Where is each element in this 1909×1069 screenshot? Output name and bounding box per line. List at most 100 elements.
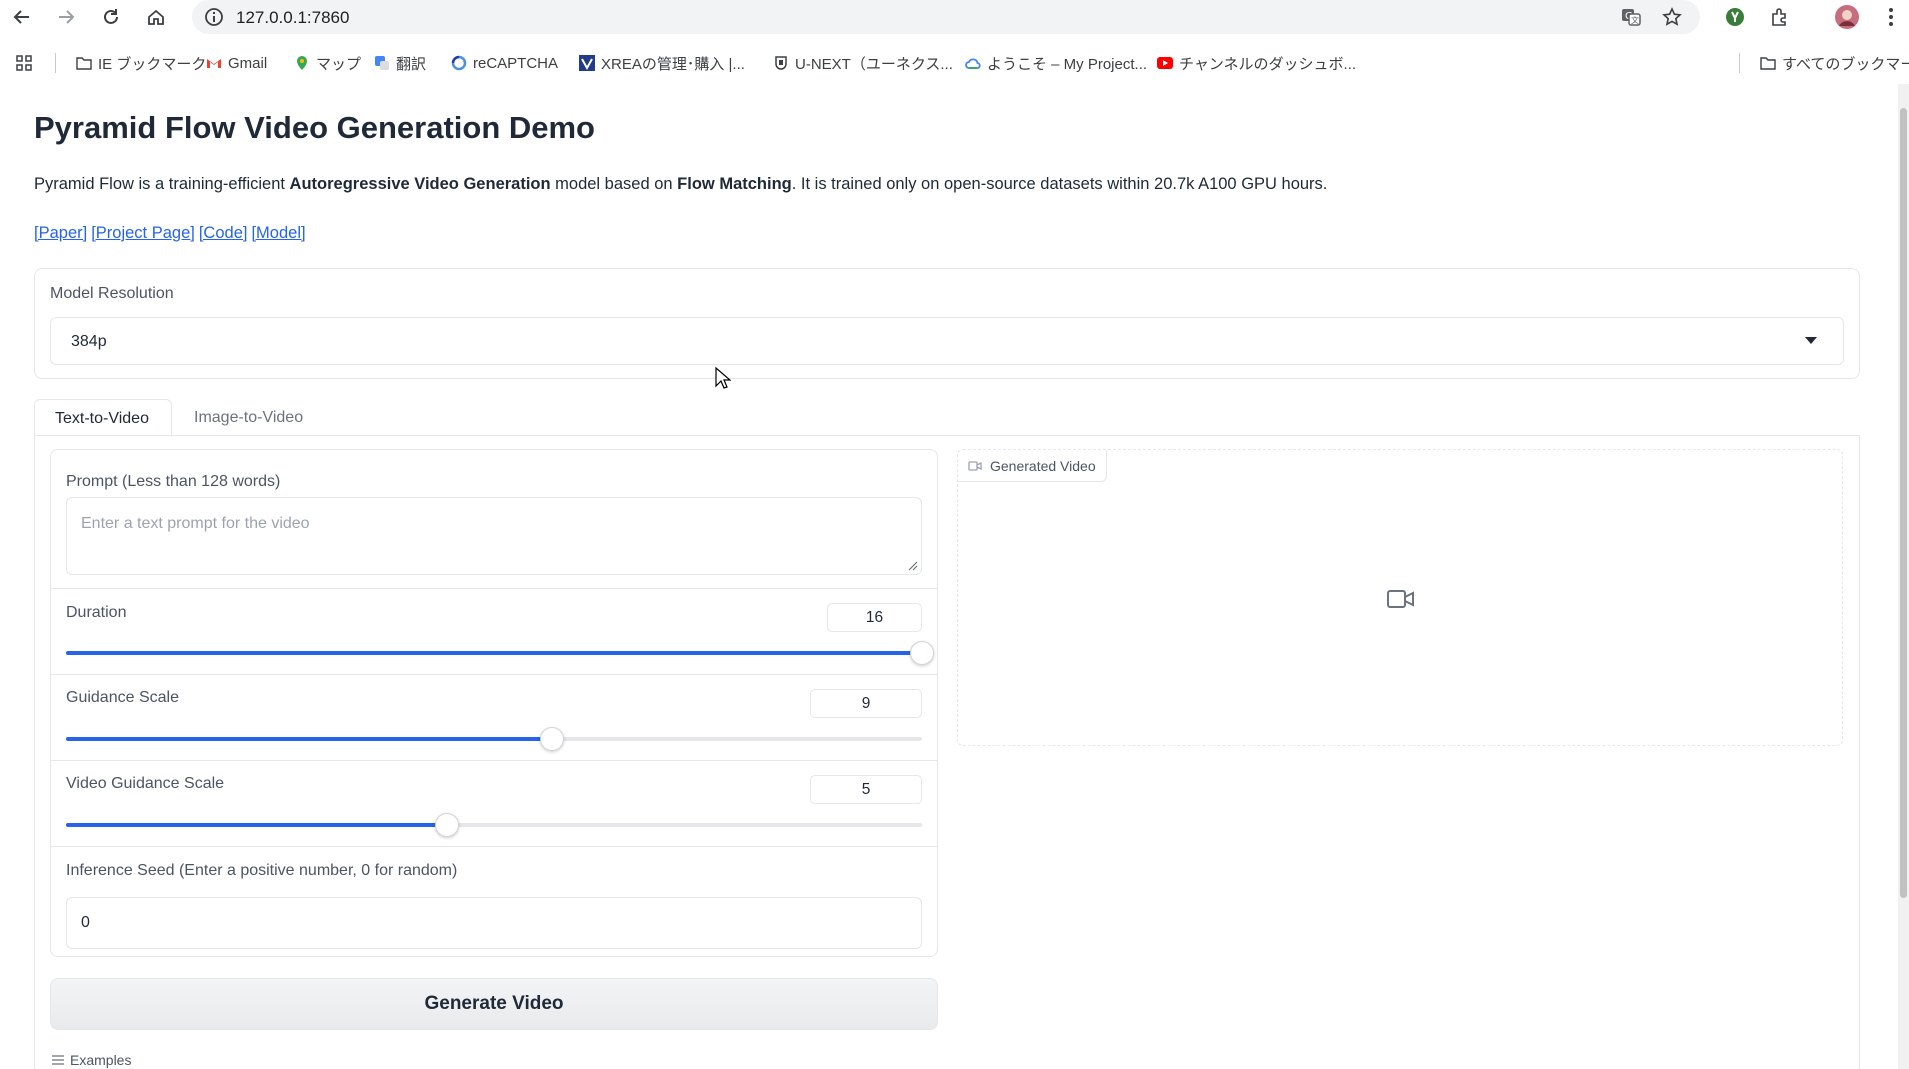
resource-links: [Paper] [Project Page] [Code] [Model]	[34, 224, 310, 243]
scrollbar-thumb[interactable]	[1900, 108, 1907, 898]
extension-button[interactable]	[1722, 4, 1748, 30]
forward-arrow-icon	[59, 10, 75, 24]
star-icon	[1662, 7, 1682, 26]
maps-icon	[297, 56, 307, 70]
generated-video-panel: Generated Video	[957, 449, 1843, 746]
guidance-scale-number-input[interactable]: 9	[810, 689, 922, 718]
generated-video-label: Generated Video	[990, 457, 1096, 474]
extensions-menu-button[interactable]	[1767, 4, 1793, 30]
seed-input[interactable]: 0	[66, 897, 922, 949]
generated-video-label-tag: Generated Video	[958, 450, 1107, 482]
video-placeholder-icon	[1387, 590, 1414, 608]
video-guidance-scale-slider-fill	[66, 823, 447, 827]
list-icon	[52, 1055, 64, 1065]
page-scrollbar[interactable]	[1898, 84, 1909, 1069]
resize-handle-icon[interactable]	[908, 561, 918, 571]
model-resolution-value: 384p	[71, 333, 107, 350]
url-text: 127.0.0.1:7860	[236, 8, 350, 27]
gmail-icon	[207, 59, 221, 68]
description-bold: Flow Matching	[677, 175, 792, 193]
apps-grid-icon	[16, 55, 32, 71]
tab-text-to-video[interactable]: Text-to-Video	[34, 399, 172, 436]
all-bookmarks-label: すべてのブックマーク	[1782, 55, 1909, 73]
duration-number-input[interactable]: 16	[827, 603, 922, 632]
video-guidance-scale-slider[interactable]	[66, 813, 922, 837]
duration-slider-thumb[interactable]	[910, 641, 934, 665]
back-arrow-icon	[13, 10, 29, 24]
bookmark-gmail[interactable]: Gmail	[206, 52, 267, 74]
bookmark-maps[interactable]: マップ	[294, 52, 361, 74]
bookmark-unext[interactable]: U-NEXT（ユーネクス...	[773, 52, 953, 74]
bookmark-my-project[interactable]: ようこそ – My Project...	[965, 52, 1147, 74]
duration-label: Duration	[66, 604, 127, 621]
reload-button[interactable]	[98, 4, 124, 30]
video-guidance-scale-number-input[interactable]: 5	[810, 775, 922, 804]
model-resolution-panel: Model Resolution 384p	[34, 268, 1860, 379]
model-link[interactable]: [Model]	[251, 224, 305, 242]
bookmark-label: reCAPTCHA	[473, 54, 559, 72]
bookmark-xrea[interactable]: XREAの管理･購入 |...	[579, 52, 745, 74]
forward-button[interactable]	[53, 4, 79, 30]
guidance-scale-section: Guidance Scale 9	[51, 675, 937, 761]
translate-page-button[interactable]: G文	[1618, 4, 1644, 30]
seed-value: 0	[81, 914, 90, 931]
guidance-scale-slider-thumb[interactable]	[540, 727, 565, 751]
video-guidance-scale-slider-thumb[interactable]	[434, 813, 459, 837]
translate-icon	[375, 56, 389, 70]
unext-icon	[775, 56, 787, 70]
apps-button[interactable]	[16, 52, 32, 74]
bookmark-label: IE ブックマーク	[98, 55, 207, 73]
seed-label: Inference Seed (Enter a positive number,…	[66, 862, 458, 879]
home-button[interactable]	[143, 4, 169, 30]
youtube-icon	[1157, 57, 1173, 69]
video-camera-icon	[968, 460, 982, 471]
bookmark-star-button[interactable]	[1659, 4, 1685, 30]
duration-section: Duration 16	[51, 589, 937, 675]
page-description: Pyramid Flow is a training-efficient Aut…	[34, 175, 1327, 194]
bookmark-label: マップ	[316, 55, 362, 73]
model-resolution-label: Model Resolution	[50, 285, 174, 302]
bookmark-youtube[interactable]: チャンネルのダッシュボ...	[1157, 52, 1356, 74]
bookmark-translate[interactable]: 翻訳	[374, 52, 426, 74]
extension-green-icon	[1726, 8, 1744, 26]
guidance-scale-slider[interactable]	[66, 727, 922, 751]
bookmark-label: 翻訳	[396, 55, 427, 73]
examples-label: Examples	[70, 1052, 132, 1068]
all-bookmarks-button[interactable]: すべてのブックマーク	[1760, 52, 1909, 74]
translate-icon: G文	[1622, 9, 1641, 26]
bookmark-recaptcha[interactable]: reCAPTCHA	[451, 52, 558, 74]
description-text: Pyramid Flow is a training-efficient	[34, 175, 290, 193]
description-text: model based on	[550, 175, 678, 193]
tab-image-to-video[interactable]: Image-to-Video	[174, 399, 323, 436]
examples-header[interactable]: Examples	[52, 1052, 131, 1068]
recaptcha-icon	[451, 55, 467, 71]
reload-icon	[104, 9, 118, 24]
duration-slider[interactable]	[66, 641, 934, 665]
chevron-down-icon	[1805, 337, 1817, 344]
duration-slider-fill	[66, 651, 922, 655]
address-bar[interactable]: 127.0.0.1:7860	[192, 0, 1700, 34]
generate-video-button[interactable]: Generate Video	[50, 978, 938, 1030]
back-button[interactable]	[9, 4, 35, 30]
site-info-icon[interactable]	[204, 7, 224, 32]
bookmark-ie[interactable]: IE ブックマーク	[76, 52, 206, 74]
prompt-textarea[interactable]: Enter a text prompt for the video	[66, 497, 922, 575]
project-page-link[interactable]: [Project Page]	[91, 224, 195, 242]
video-guidance-scale-section: Video Guidance Scale 5	[51, 761, 937, 847]
bookmarks-bar: IE ブックマーク Gmail マップ 翻訳 reCAPTCHA XREAの管理…	[0, 42, 1909, 84]
prompt-placeholder: Enter a text prompt for the video	[81, 515, 310, 532]
browser-menu-button[interactable]	[1878, 4, 1904, 30]
profile-button[interactable]	[1834, 4, 1860, 30]
model-resolution-dropdown[interactable]: 384p	[50, 317, 1844, 365]
guidance-scale-label: Guidance Scale	[66, 689, 179, 706]
description-text: . It is trained only on open-source data…	[791, 175, 1328, 193]
paper-link[interactable]: [Paper]	[34, 224, 87, 242]
bookmark-label: Gmail	[228, 54, 268, 72]
description-bold: Autoregressive Video Generation	[289, 175, 551, 193]
code-link[interactable]: [Code]	[199, 224, 248, 242]
xrea-icon	[579, 55, 595, 71]
cloud-icon	[965, 58, 981, 69]
prompt-label: Prompt (Less than 128 words)	[66, 473, 281, 490]
video-guidance-scale-label: Video Guidance Scale	[66, 775, 225, 792]
kebab-menu-icon	[1889, 8, 1893, 26]
